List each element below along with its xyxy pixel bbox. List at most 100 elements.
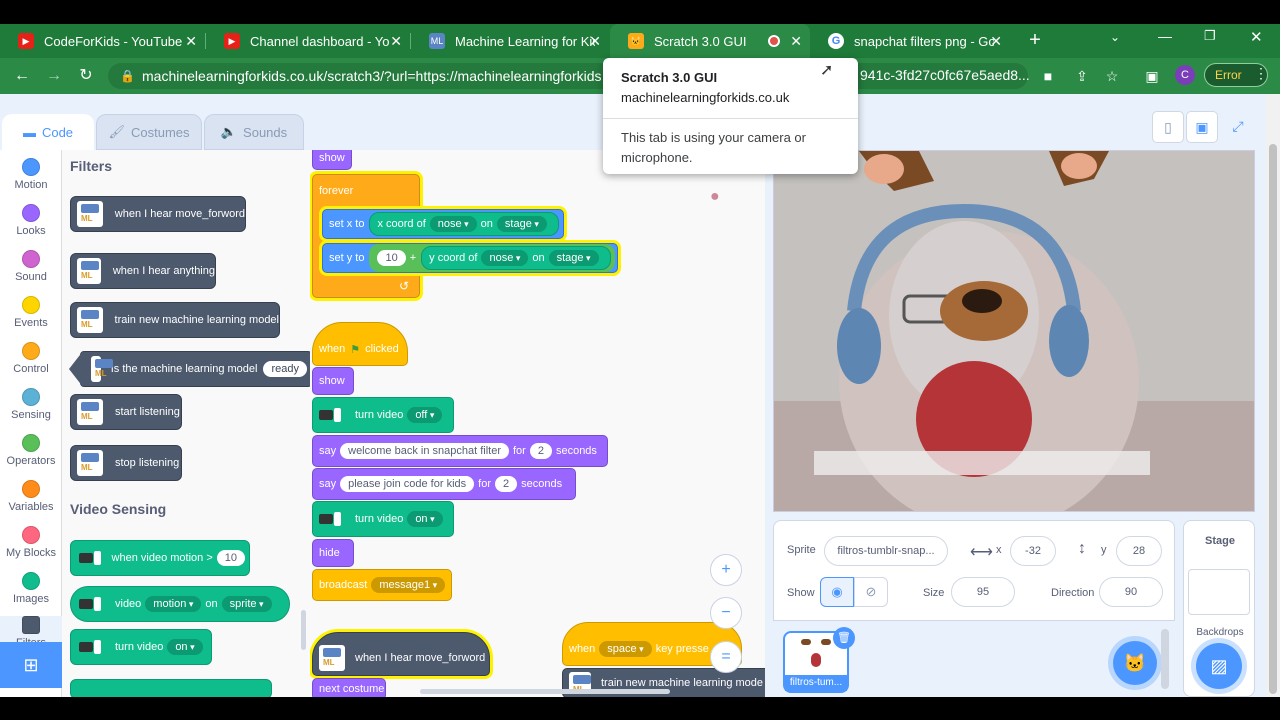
motion-dropdown[interactable]: motion [145, 596, 202, 612]
more-menu-icon[interactable]: ⋮ [1254, 65, 1268, 82]
block-start-listening[interactable]: start listening [70, 394, 182, 430]
sprite-name-input[interactable]: filtros-tumblr-snap... [824, 536, 948, 566]
x-input[interactable]: -32 [1010, 536, 1056, 566]
block-is-model-ready[interactable]: Is the machine learning model ready [80, 351, 310, 387]
tab-codeforkids[interactable]: ▶ CodeForKids - YouTube ✕ [0, 24, 205, 58]
number-input[interactable]: 10 [377, 250, 406, 266]
block-set-video-transparency[interactable] [70, 679, 272, 697]
add-extension-button[interactable]: ⊞ [0, 642, 62, 688]
close-icon[interactable]: ✕ [390, 33, 402, 50]
stage-canvas[interactable] [773, 150, 1255, 512]
block-video-motion-on-sprite[interactable]: videomotiononsprite [70, 586, 290, 622]
workspace-scrollbar[interactable] [420, 689, 670, 694]
stage-selector[interactable]: Stage Backdrops ▨ [1183, 520, 1255, 697]
add-operator[interactable]: 10+ y coord ofnoseonstage [369, 244, 615, 272]
close-icon[interactable]: ✕ [790, 33, 802, 50]
large-stage-button[interactable]: ▣ [1186, 111, 1218, 143]
category-variables[interactable]: Variables [0, 480, 62, 513]
block-hide[interactable]: hide [312, 539, 354, 567]
block-when-flag-clicked[interactable]: when ⚑ clicked [312, 322, 408, 366]
block-set-y[interactable]: set y to 10+ y coord ofnoseonstage [322, 243, 618, 273]
block-say-for-secs[interactable]: say welcome back in snapchat filter for 2 se… [312, 435, 608, 467]
value-input[interactable]: 10 [216, 550, 245, 566]
block-palette[interactable]: Filters when I hear move_forword when I … [62, 150, 310, 697]
tab-sounds[interactable]: 🔈 Sounds [204, 114, 304, 150]
zoom-in-button[interactable]: + [710, 554, 742, 586]
category-events[interactable]: Events [0, 296, 62, 329]
video-state-dropdown[interactable]: off [407, 407, 443, 423]
minimize-icon[interactable]: — [1158, 28, 1172, 44]
message-dropdown[interactable]: message1 [371, 577, 446, 593]
direction-input[interactable]: 90 [1099, 577, 1163, 607]
scrollbar-thumb[interactable] [1269, 144, 1277, 694]
block-turn-video-off[interactable]: turn video off [312, 397, 454, 433]
star-icon[interactable]: ☆ [1102, 66, 1122, 86]
side-panel-icon[interactable]: ▣ [1142, 66, 1162, 86]
close-icon[interactable]: ✕ [990, 33, 1002, 50]
restore-icon[interactable]: ❐ [1204, 28, 1216, 44]
block-show[interactable]: show [312, 367, 354, 395]
category-motion[interactable]: Motion [0, 158, 62, 191]
add-sprite-button[interactable]: 🐱 [1113, 641, 1157, 685]
number-input[interactable]: 2 [494, 476, 518, 492]
avatar[interactable]: C [1175, 65, 1195, 85]
block-when-i-hear-anything[interactable]: when I hear anything [70, 253, 216, 289]
palette-scrollbar[interactable] [301, 610, 306, 650]
y-input[interactable]: 28 [1116, 536, 1162, 566]
block-turn-video-on[interactable]: turn video on [312, 501, 454, 537]
block-when-i-hear-move-forword[interactable]: when I hear move_forword [312, 632, 490, 676]
category-images[interactable]: Images [0, 572, 62, 605]
ready-dropdown[interactable]: ready [263, 361, 307, 377]
delete-sprite-button[interactable]: 🗑 [833, 627, 855, 649]
block-when-i-hear-move-forword[interactable]: when I hear move_forword [70, 196, 246, 232]
reload-icon[interactable]: ↻ [76, 66, 96, 86]
block-stop-listening[interactable]: stop listening [70, 445, 182, 481]
small-stage-button[interactable]: ▯ [1152, 111, 1184, 143]
block-say-for-secs[interactable]: say please join code for kids for 2 seconds [312, 468, 576, 500]
nose-dropdown[interactable]: nose [429, 216, 477, 232]
share-icon[interactable]: ⇪ [1072, 66, 1092, 86]
video-state-dropdown[interactable]: on [167, 639, 203, 655]
x-coord-reporter[interactable]: x coord ofnoseonstage [369, 212, 559, 236]
category-operators[interactable]: Operators [0, 434, 62, 467]
add-backdrop-button[interactable]: ▨ [1196, 643, 1242, 689]
camera-icon[interactable]: ■ [1038, 66, 1058, 86]
tab-scratch[interactable]: 🐱 Scratch 3.0 GUI ✕ [610, 24, 810, 58]
tab-costumes[interactable]: 🖌 Costumes [96, 114, 202, 150]
category-control[interactable]: Control [0, 342, 62, 375]
stage-thumbnail[interactable] [1188, 569, 1250, 615]
key-dropdown[interactable]: space [599, 641, 652, 657]
y-coord-reporter[interactable]: y coord ofnoseonstage [421, 246, 611, 270]
close-icon[interactable]: ✕ [185, 33, 197, 50]
stage-dropdown[interactable]: stage [548, 250, 599, 266]
size-input[interactable]: 95 [951, 577, 1015, 607]
text-input[interactable]: welcome back in snapchat filter [340, 443, 509, 459]
text-input[interactable]: please join code for kids [340, 476, 475, 492]
block-train-new-model[interactable]: train new machine learning model [70, 302, 280, 338]
show-sprite-button[interactable]: ◉ [820, 577, 854, 607]
close-window-icon[interactable]: ✕ [1250, 28, 1263, 46]
block-broadcast[interactable]: broadcast message1 [312, 569, 452, 601]
tab-google-search[interactable]: G snapchat filters png - Go ✕ [810, 24, 1010, 58]
tab-ml4k[interactable]: ML Machine Learning for Kid ✕ [411, 24, 609, 58]
fullscreen-button[interactable]: ⤢ [1222, 111, 1254, 143]
sprite-list-scrollbar[interactable] [1161, 629, 1169, 689]
nose-dropdown[interactable]: nose [481, 250, 529, 266]
category-sensing[interactable]: Sensing [0, 388, 62, 421]
forward-arrow-icon[interactable]: → [44, 66, 64, 86]
sprite-thumbnail[interactable]: filtros-tum... 🗑 [783, 627, 855, 693]
block-show[interactable]: show [312, 150, 352, 170]
block-turn-video[interactable]: turn video on [70, 629, 212, 665]
stage-dropdown[interactable]: stage [496, 216, 547, 232]
video-state-dropdown[interactable]: on [407, 511, 443, 527]
block-next-costume[interactable]: next costume [312, 678, 386, 697]
category-sound[interactable]: Sound [0, 250, 62, 283]
zoom-reset-button[interactable]: = [710, 641, 742, 673]
tab-channel-dashboard[interactable]: ▶ Channel dashboard - You ✕ [206, 24, 410, 58]
sprite-dropdown[interactable]: sprite [221, 596, 272, 612]
new-tab-button[interactable]: + [1024, 29, 1046, 51]
number-input[interactable]: 2 [529, 443, 552, 459]
back-arrow-icon[interactable]: ← [12, 66, 32, 86]
block-set-x[interactable]: set x to x coord ofnoseonstage [322, 209, 564, 239]
tab-code[interactable]: ▬ Code [2, 114, 94, 150]
